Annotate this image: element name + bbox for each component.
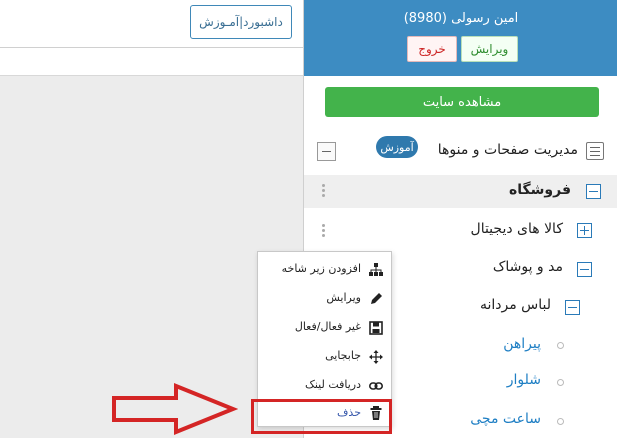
ctx-add-child-label: افزودن زیر شاخه [281, 262, 361, 275]
tree-link-watch[interactable]: ساعت مچی [470, 411, 541, 427]
page-list-icon [586, 142, 604, 160]
ctx-get-link[interactable]: دریافت لینک [258, 371, 391, 400]
save-icon [369, 321, 383, 335]
watch-bullet-icon [557, 418, 564, 425]
user-header: امین رسولی (8980) ویرایش خروج [304, 0, 617, 76]
dashboard-tutorial-button[interactable]: داشبورد|آمـوزش [190, 5, 292, 39]
ctx-edit-label: ویرایش [326, 291, 361, 304]
shirt-bullet-icon [557, 342, 564, 349]
tree-link-shirt[interactable]: پیراهن [503, 336, 541, 352]
expand-digital-icon[interactable] [577, 223, 592, 238]
ctx-toggle-active-label: غیر فعال/فعال [294, 320, 361, 333]
edit-profile-button[interactable]: ویرایش [461, 36, 518, 62]
tree-label-men-clothing[interactable]: لباس مردانه [480, 297, 551, 313]
top-bar: داشبورد|آمـوزش [0, 0, 303, 76]
tutorial-badge[interactable]: آموزش [376, 136, 418, 158]
move-icon [369, 350, 383, 364]
ctx-add-child[interactable]: افزودن زیر شاخه [258, 255, 391, 284]
delete-highlight-box [251, 399, 392, 434]
tree-label-digital[interactable]: کالا های دیجیتال [471, 221, 563, 237]
collapse-all-button[interactable] [317, 142, 336, 161]
logout-button[interactable]: خروج [407, 36, 457, 62]
collapse-shop-icon[interactable] [586, 184, 601, 199]
app-root: داشبورد|آمـوزش امین رسولی (8980) ویرایش … [0, 0, 617, 438]
sitemap-icon [369, 263, 383, 276]
ctx-get-link-label: دریافت لینک [304, 378, 361, 391]
digital-options-icon[interactable] [322, 224, 326, 240]
menu-management-row[interactable]: مدیریت صفحات و منوها [304, 133, 617, 171]
tree-label-fashion[interactable]: مد و پوشاک [493, 259, 563, 275]
ctx-toggle-active[interactable]: غیر فعال/فعال [258, 313, 391, 342]
pants-bullet-icon [557, 379, 564, 386]
tree-label-shop: فروشگاه [508, 182, 571, 198]
top-bar-divider [0, 47, 303, 48]
view-site-button[interactable]: مشاهده سایت [325, 87, 599, 117]
pencil-icon [371, 293, 382, 304]
ctx-move-label: جابجایی [325, 349, 361, 362]
ctx-edit[interactable]: ویرایش [258, 284, 391, 313]
collapse-men-clothing-icon[interactable] [565, 300, 580, 315]
ctx-move[interactable]: جابجایی [258, 342, 391, 371]
menu-management-label: مدیریت صفحات و منوها [437, 142, 578, 158]
link-icon [369, 382, 383, 390]
shop-options-icon[interactable] [322, 184, 326, 200]
tree-link-pants[interactable]: شلوار [507, 372, 541, 388]
user-name: امین رسولی (8980) [403, 11, 519, 26]
collapse-fashion-icon[interactable] [577, 262, 592, 277]
pointer-arrow-icon [112, 383, 238, 435]
